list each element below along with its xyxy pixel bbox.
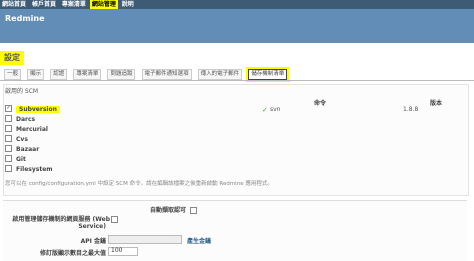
scm-row-cvs: Cvs: [5, 135, 28, 144]
scm-row-git: Git: [5, 155, 26, 164]
scm-label: Subversion: [16, 106, 60, 113]
tab-display[interactable]: 顯示: [27, 69, 45, 80]
menu-my-page[interactable]: 帳戶首頁: [30, 0, 58, 9]
autofetch-label: 自動擷取認可: [150, 207, 187, 214]
menu-home[interactable]: 網站首頁: [0, 0, 28, 9]
web-service-label-line2: Service): [78, 223, 106, 230]
scm-label: Cvs: [16, 136, 28, 143]
web-service-label-line1: 啟用管理儲存機制的網頁服務 (Web: [12, 216, 110, 223]
header: Redmine: [0, 9, 474, 43]
menu-help[interactable]: 說明: [120, 0, 136, 9]
bazaar-checkbox[interactable]: [5, 145, 12, 152]
scm-row-subversion: ✓ Subversion: [5, 105, 60, 114]
menu-administration[interactable]: 網站管理: [89, 0, 118, 9]
scm-label: Mercurial: [16, 126, 48, 133]
scm-label: Darcs: [16, 116, 36, 123]
max-revisions-input[interactable]: 100: [108, 247, 138, 256]
enabled-scm-label: 啟用的 SCM: [5, 88, 39, 95]
scm-row-bazaar: Bazaar: [5, 145, 39, 154]
menu-projects[interactable]: 專案清單: [60, 0, 88, 9]
top-menu: 網站首頁 帳戶首頁 專案清單 網站管理 說明: [0, 0, 474, 9]
tab-issue-tracking[interactable]: 問題追蹤: [107, 69, 136, 80]
scm-label: Git: [16, 156, 26, 163]
cvs-checkbox[interactable]: [5, 135, 12, 142]
generate-key-link[interactable]: 產生金鑰: [187, 236, 211, 245]
tab-incoming-emails[interactable]: 傳入的電子郵件: [197, 69, 243, 80]
subversion-checkbox[interactable]: ✓: [5, 105, 12, 112]
scm-row-mercurial: Mercurial: [5, 125, 48, 134]
git-checkbox[interactable]: [5, 155, 12, 162]
scm-row-darcs: Darcs: [5, 115, 35, 124]
site-title[interactable]: Redmine: [5, 14, 45, 23]
scm-label: Bazaar: [16, 146, 40, 153]
page-title: 設定: [0, 51, 24, 65]
tab-repositories[interactable]: 儲存機制清單: [246, 67, 290, 82]
autofetch-checkbox[interactable]: [190, 207, 197, 214]
web-service-checkbox[interactable]: [111, 216, 118, 223]
scm-label: Filesystem: [16, 166, 53, 173]
api-key-input[interactable]: [108, 235, 182, 244]
filesystem-checkbox[interactable]: [5, 165, 12, 172]
tab-divider: [0, 80, 474, 81]
tab-general[interactable]: 一般: [4, 69, 22, 80]
scm-row-filesystem: Filesystem: [5, 165, 53, 174]
svn-version: 1.8.8: [403, 106, 419, 113]
tab-email-notifications[interactable]: 電子郵件通知選項: [141, 69, 192, 80]
settings-tabs: 一般 顯示 認證 專案清單 問題追蹤 電子郵件通知選項 傳入的電子郵件 儲存機制…: [4, 67, 290, 82]
check-icon: ✓: [262, 106, 268, 114]
scm-config-note: 您可以在 config/configuration.yml 中設定 SCM 命令…: [5, 181, 273, 187]
tab-projects[interactable]: 專案清單: [73, 69, 102, 80]
api-key-label: API 金鑰: [80, 238, 106, 245]
darcs-checkbox[interactable]: [5, 115, 12, 122]
version-column-header: 版本: [430, 100, 443, 107]
tab-authentication[interactable]: 認證: [50, 69, 68, 80]
command-column-header: 命令: [314, 100, 327, 107]
svn-command: svn: [270, 106, 281, 113]
max-revisions-label: 修訂版顯示數目之最大值: [39, 250, 106, 257]
mercurial-checkbox[interactable]: [5, 125, 12, 132]
